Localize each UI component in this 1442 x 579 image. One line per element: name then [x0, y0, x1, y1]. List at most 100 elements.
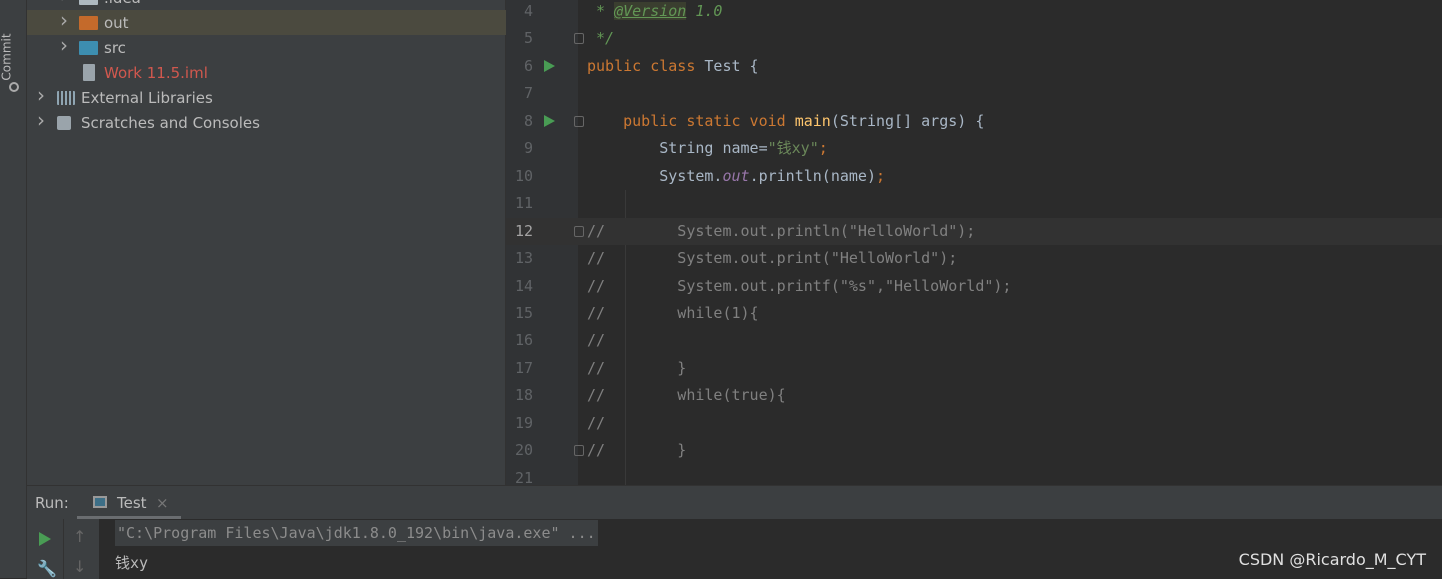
code-token: out	[722, 166, 750, 185]
commit-icon	[9, 82, 19, 92]
code-line[interactable]: 8 public static void main(String[] args)…	[506, 108, 1026, 135]
code-editor[interactable]: 4 * @Version 1.0 5 */6 public class Test {…	[506, 0, 1442, 485]
arrow-up-icon[interactable]: ↑	[73, 527, 86, 546]
code-token: // }	[587, 358, 687, 377]
fold-marker-icon[interactable]	[574, 225, 584, 237]
tab-test[interactable]: Test ×	[77, 486, 181, 519]
code-text: // }	[587, 437, 686, 464]
code-text: // System.out.print("HelloWorld");	[587, 245, 957, 272]
code-text: //	[587, 410, 605, 437]
code-token: String name=	[587, 139, 768, 158]
line-number: 12	[514, 221, 533, 240]
chevron-right-icon[interactable]: ›	[37, 83, 45, 107]
run-panel: Run: Test × 🔧 ↑ ↓ "C:\Program Files\Java\…	[27, 485, 1442, 579]
rerun-icon[interactable]	[39, 532, 51, 546]
code-text: //	[587, 327, 605, 354]
code-token: // System.out.print("HelloWorld");	[587, 249, 958, 268]
folder-icon	[79, 0, 98, 5]
code-line[interactable]: 21	[506, 465, 1026, 485]
left-tool-stripe: Commit	[0, 0, 27, 578]
run-toolbar: Run: Test ×	[27, 486, 1442, 519]
code-line[interactable]: 19 //	[506, 410, 1026, 437]
chevron-right-icon[interactable]: ›	[37, 108, 45, 132]
tree-item[interactable]: › .idea	[27, 0, 506, 10]
tree-item-label: Work 11.5.iml	[104, 63, 208, 82]
commit-tool-button[interactable]: Commit	[0, 20, 25, 100]
project-panel: › .idea › out › src Work 11.5.iml › External Lib…	[27, 0, 506, 485]
code-line[interactable]: 20 // }	[506, 437, 1026, 464]
line-number: 14	[514, 276, 533, 295]
code-token: .println(name)	[749, 166, 876, 185]
code-token: public static void	[587, 111, 795, 130]
line-number: 6	[523, 56, 533, 75]
code-text: // while(true){	[587, 382, 786, 409]
code-line[interactable]: 11	[506, 190, 1026, 217]
line-number: 13	[514, 249, 533, 268]
code-token: ;	[876, 166, 886, 185]
tree-item[interactable]: › src	[27, 33, 506, 60]
tree-item-label: Scratches and Consoles	[81, 113, 260, 132]
line-number: 10	[514, 166, 533, 185]
chevron-right-icon[interactable]: ›	[60, 33, 68, 57]
wrench-icon[interactable]: 🔧	[37, 559, 57, 578]
code-line[interactable]: 12 // System.out.println("HelloWorld");	[506, 217, 1442, 245]
tree-item[interactable]: Work 11.5.iml	[27, 60, 506, 85]
code-line[interactable]: 10 System.out.println(name);	[506, 163, 1026, 190]
code-token: @Version	[614, 2, 687, 20]
file-icon	[83, 64, 95, 81]
chevron-right-icon[interactable]: ›	[60, 0, 68, 7]
console-output[interactable]: "C:\Program Files\Java\jdk1.8.0_192\bin\…	[115, 520, 598, 573]
code-token: main	[794, 111, 831, 130]
close-tab-icon[interactable]: ×	[156, 494, 169, 512]
code-text: // while(1){	[587, 300, 759, 327]
code-line[interactable]: 14 // System.out.printf("%s","HelloWorld"…	[506, 273, 1026, 300]
line-number: 4	[523, 2, 533, 20]
code-token: Test {	[704, 56, 759, 75]
line-number: 16	[514, 331, 533, 350]
run-gutter-icon[interactable]	[544, 59, 555, 72]
code-line[interactable]: 9 String name="钱xy";	[506, 135, 1026, 162]
tree-item[interactable]: › External Libraries	[27, 83, 506, 110]
tree-item[interactable]: › Scratches and Consoles	[27, 108, 506, 135]
fold-marker-icon[interactable]	[574, 115, 584, 127]
code-line[interactable]: 5 */	[506, 25, 1026, 52]
tree-item-label: out	[104, 13, 129, 32]
line-number: 21	[514, 468, 533, 485]
folder-icon	[79, 41, 98, 55]
fold-marker-icon[interactable]	[574, 445, 584, 457]
code-token: System.	[587, 166, 723, 185]
code-line[interactable]: 16 //	[506, 327, 1026, 354]
arrow-down-icon[interactable]: ↓	[73, 557, 86, 576]
code-token: // while(true){	[587, 386, 786, 405]
scratches-icon	[57, 116, 71, 130]
tree-item-label: .idea	[104, 0, 141, 7]
code-text: // }	[587, 355, 686, 382]
console-icon	[93, 496, 107, 508]
code-token: // }	[587, 441, 687, 460]
line-number: 8	[523, 111, 533, 130]
code-line[interactable]: 18 // while(true){	[506, 382, 1026, 409]
code-token: //	[587, 413, 606, 432]
line-number: 11	[514, 194, 533, 213]
code-line[interactable]: 17 // }	[506, 355, 1026, 382]
line-number: 18	[514, 386, 533, 405]
code-line[interactable]: 13 // System.out.print("HelloWorld");	[506, 245, 1026, 272]
chevron-right-icon[interactable]: ›	[60, 8, 68, 32]
code-token: ;	[818, 139, 828, 158]
code-text: String name="钱xy";	[587, 135, 828, 162]
tree-item[interactable]: › out	[27, 8, 506, 35]
code-line[interactable]: 4 * @Version 1.0	[506, 0, 1026, 25]
code-line[interactable]: 6 public class Test {	[506, 53, 1026, 80]
line-number: 9	[523, 139, 533, 158]
run-gutter-icon[interactable]	[544, 114, 555, 127]
run-label: Run:	[35, 494, 69, 512]
fold-marker-icon[interactable]	[574, 33, 584, 45]
code-token: //	[587, 331, 606, 350]
tree-item-label: src	[104, 38, 126, 57]
library-icon	[57, 91, 75, 105]
line-number: 5	[523, 29, 533, 48]
line-number: 17	[514, 358, 533, 377]
code-line[interactable]: 15 // while(1){	[506, 300, 1026, 327]
code-line[interactable]: 7	[506, 80, 1026, 107]
code-token: */	[587, 29, 615, 48]
